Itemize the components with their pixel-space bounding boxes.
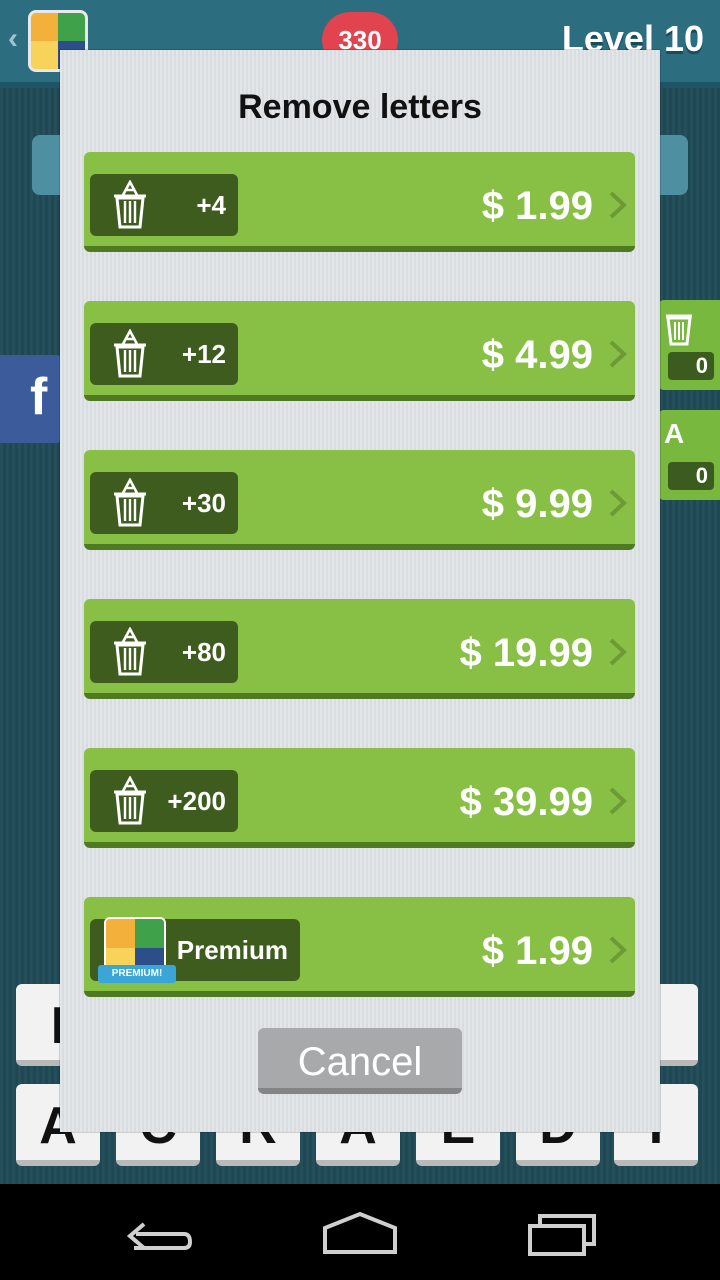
offer-amount-pill: +200 (90, 770, 238, 832)
offer-price: $ 1.99 (481, 184, 593, 228)
offer-amount-pill: +4 (90, 174, 238, 236)
offer-amount: +30 (181, 488, 226, 518)
trash-letter-icon (114, 329, 146, 378)
offer-price: $ 39.99 (459, 780, 593, 824)
reveal-letter-icon: A (664, 418, 685, 449)
offer-button[interactable]: +4 $ 1.99 (84, 152, 635, 258)
chevron-right-icon (609, 638, 627, 666)
premium-ribbon: PREMIUM! (98, 965, 176, 983)
dialog-title: Remove letters (238, 88, 482, 126)
remove-letters-hint-button[interactable]: 0 (658, 300, 720, 390)
offer-amount: +12 (181, 339, 226, 369)
offer-amount-pill: +12 (90, 323, 238, 385)
facebook-share-button[interactable]: f (0, 355, 62, 443)
system-nav-bar (0, 1184, 720, 1280)
offer-price: $ 1.99 (481, 929, 593, 973)
recent-apps-icon[interactable] (516, 1206, 606, 1260)
back-chevron-icon[interactable]: ‹ (8, 22, 18, 56)
offer-button[interactable]: +30 $ 9.99 (84, 450, 635, 556)
offer-button[interactable]: +80 $ 19.99 (84, 599, 635, 705)
chevron-right-icon (609, 936, 627, 964)
offer-amount: +200 (167, 786, 226, 816)
offer-amount-pill: +30 (90, 472, 238, 534)
remove-letters-dialog: Remove letters +4 $ 1.99 +12 $ 4.99 +30 … (60, 50, 660, 1132)
cancel-button[interactable]: Cancel (258, 1028, 462, 1094)
offer-price: $ 4.99 (481, 333, 593, 377)
remove-hint-count: 0 (668, 352, 714, 380)
offer-amount: +4 (196, 190, 226, 220)
home-icon[interactable] (315, 1206, 405, 1260)
chevron-right-icon (609, 787, 627, 815)
offer-amount: +80 (181, 637, 226, 667)
reveal-hint-count: 0 (668, 462, 714, 490)
chevron-right-icon (609, 191, 627, 219)
premium-label: Premium (176, 935, 288, 965)
offer-price: $ 19.99 (459, 631, 593, 675)
trash-letter-icon (114, 776, 146, 825)
facebook-icon: f (30, 368, 48, 426)
reveal-letter-hint-button[interactable]: A 0 (658, 410, 720, 500)
offer-amount-pill: +80 (90, 621, 238, 683)
premium-pill: PREMIUM! Premium (90, 917, 300, 983)
offer-button[interactable]: +12 $ 4.99 (84, 301, 635, 407)
offer-button[interactable]: +200 $ 39.99 (84, 748, 635, 854)
offer-price: $ 9.99 (481, 482, 593, 526)
premium-offer-button[interactable]: PREMIUM! Premium $ 1.99 (84, 897, 635, 1003)
chevron-right-icon (609, 489, 627, 517)
trash-letter-icon (114, 478, 146, 527)
trash-letter-icon (114, 180, 146, 229)
back-arrow-icon[interactable] (114, 1206, 204, 1260)
trash-letter-icon (114, 627, 146, 676)
trash-icon (666, 314, 692, 346)
chevron-right-icon (609, 340, 627, 368)
